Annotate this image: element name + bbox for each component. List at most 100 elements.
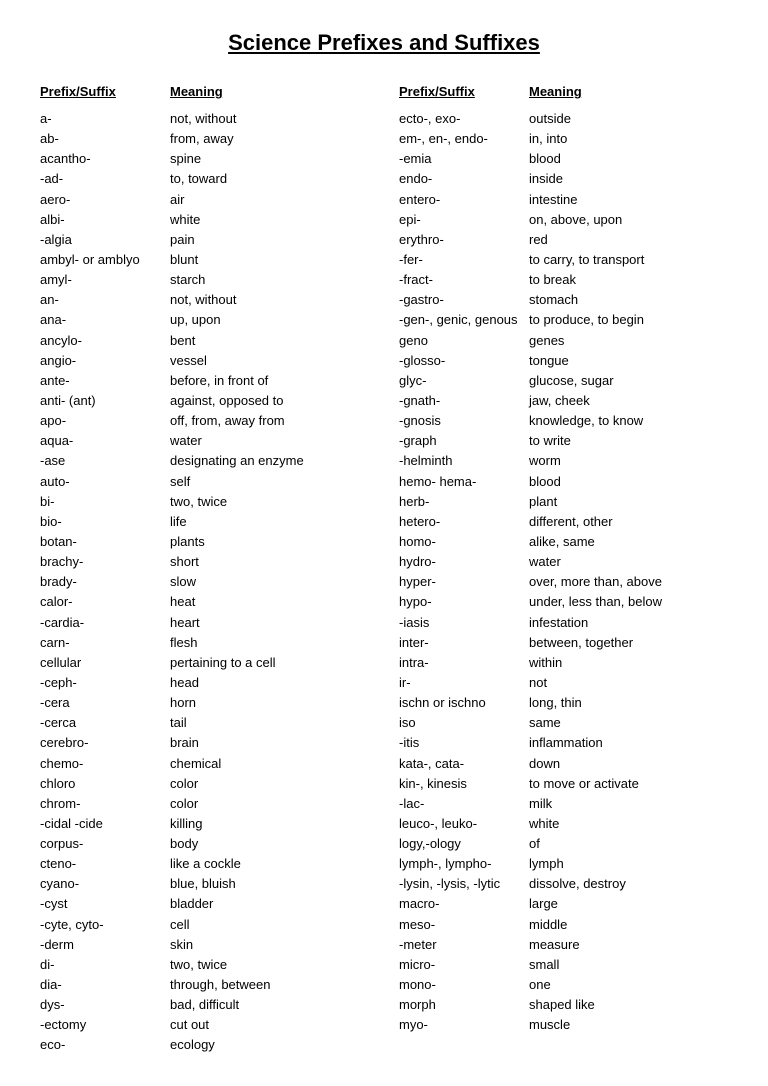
- list-item: inflammation: [529, 733, 728, 753]
- list-item: against, opposed to: [170, 391, 369, 411]
- list-item: -emia: [399, 149, 529, 169]
- list-item: -itis: [399, 733, 529, 753]
- list-item: ecology: [170, 1035, 369, 1055]
- list-item: auto-: [40, 472, 170, 492]
- list-item: erythro-: [399, 230, 529, 250]
- list-item: color: [170, 794, 369, 814]
- list-item: -ectomy: [40, 1015, 170, 1035]
- list-item: -iasis: [399, 613, 529, 633]
- list-item: down: [529, 754, 728, 774]
- list-item: self: [170, 472, 369, 492]
- list-item: bent: [170, 331, 369, 351]
- list-item: two, twice: [170, 492, 369, 512]
- list-item: aqua-: [40, 431, 170, 451]
- list-item: outside: [529, 109, 728, 129]
- list-item: starch: [170, 270, 369, 290]
- list-item: -cardia-: [40, 613, 170, 633]
- list-item: hydro-: [399, 552, 529, 572]
- list-item: logy,-ology: [399, 834, 529, 854]
- left-meaning-entries: not, withoutfrom, awayspineto, towardair…: [170, 109, 369, 1056]
- list-item: heart: [170, 613, 369, 633]
- list-item: middle: [529, 915, 728, 935]
- list-item: iso: [399, 713, 529, 733]
- list-item: ana-: [40, 310, 170, 330]
- list-item: red: [529, 230, 728, 250]
- list-item: chrom-: [40, 794, 170, 814]
- list-item: ecto-, exo-: [399, 109, 529, 129]
- list-item: of: [529, 834, 728, 854]
- list-item: -cerca: [40, 713, 170, 733]
- list-item: brain: [170, 733, 369, 753]
- list-item: angio-: [40, 351, 170, 371]
- right-prefix-header: Prefix/Suffix: [399, 84, 529, 99]
- list-item: acantho-: [40, 149, 170, 169]
- list-item: like a cockle: [170, 854, 369, 874]
- list-item: tail: [170, 713, 369, 733]
- left-meaning-header: Meaning: [170, 84, 369, 99]
- list-item: ischn or ischno: [399, 693, 529, 713]
- list-item: -fract-: [399, 270, 529, 290]
- list-item: spine: [170, 149, 369, 169]
- list-item: on, above, upon: [529, 210, 728, 230]
- right-meaning-col: Meaning outsidein, intobloodinsideintest…: [529, 84, 728, 1056]
- list-item: knowledge, to know: [529, 411, 728, 431]
- list-item: bladder: [170, 894, 369, 914]
- list-item: short: [170, 552, 369, 572]
- list-item: -lysin, -lysis, -lytic: [399, 874, 529, 894]
- list-item: brady-: [40, 572, 170, 592]
- list-item: hyper-: [399, 572, 529, 592]
- list-item: bad, difficult: [170, 995, 369, 1015]
- list-item: through, between: [170, 975, 369, 995]
- list-item: off, from, away from: [170, 411, 369, 431]
- list-item: hemo- hema-: [399, 472, 529, 492]
- left-meaning-col: Meaning not, withoutfrom, awayspineto, t…: [170, 84, 369, 1056]
- list-item: plant: [529, 492, 728, 512]
- list-item: chloro: [40, 774, 170, 794]
- list-item: -gastro-: [399, 290, 529, 310]
- list-item: di-: [40, 955, 170, 975]
- right-section: Prefix/Suffix ecto-, exo-em-, en-, endo-…: [379, 84, 728, 1056]
- list-item: slow: [170, 572, 369, 592]
- list-item: glucose, sugar: [529, 371, 728, 391]
- list-item: horn: [170, 693, 369, 713]
- list-item: different, other: [529, 512, 728, 532]
- left-section: Prefix/Suffix a-ab-acantho--ad-aero-albi…: [40, 84, 369, 1056]
- list-item: botan-: [40, 532, 170, 552]
- list-item: glyc-: [399, 371, 529, 391]
- list-item: cellular: [40, 653, 170, 673]
- list-item: corpus-: [40, 834, 170, 854]
- right-prefix-col: Prefix/Suffix ecto-, exo-em-, en-, endo-…: [399, 84, 529, 1056]
- list-item: -gen-, genic, genous: [399, 310, 529, 330]
- list-item: meso-: [399, 915, 529, 935]
- list-item: -cera: [40, 693, 170, 713]
- list-item: pertaining to a cell: [170, 653, 369, 673]
- list-item: not, without: [170, 290, 369, 310]
- list-item: epi-: [399, 210, 529, 230]
- list-item: killing: [170, 814, 369, 834]
- list-item: cell: [170, 915, 369, 935]
- list-item: jaw, cheek: [529, 391, 728, 411]
- list-item: tongue: [529, 351, 728, 371]
- list-item: inside: [529, 169, 728, 189]
- list-item: an-: [40, 290, 170, 310]
- list-item: -cidal -cide: [40, 814, 170, 834]
- list-item: intra-: [399, 653, 529, 673]
- list-item: alike, same: [529, 532, 728, 552]
- list-item: mono-: [399, 975, 529, 995]
- list-item: blunt: [170, 250, 369, 270]
- list-item: leuco-, leuko-: [399, 814, 529, 834]
- list-item: eco-: [40, 1035, 170, 1055]
- list-item: carn-: [40, 633, 170, 653]
- left-prefix-col: Prefix/Suffix a-ab-acantho--ad-aero-albi…: [40, 84, 170, 1056]
- list-item: entero-: [399, 190, 529, 210]
- list-item: -gnath-: [399, 391, 529, 411]
- list-item: water: [170, 431, 369, 451]
- list-item: apo-: [40, 411, 170, 431]
- list-item: -ase: [40, 451, 170, 471]
- list-item: muscle: [529, 1015, 728, 1035]
- list-item: color: [170, 774, 369, 794]
- list-item: calor-: [40, 592, 170, 612]
- list-item: herb-: [399, 492, 529, 512]
- right-meaning-header: Meaning: [529, 84, 728, 99]
- list-item: air: [170, 190, 369, 210]
